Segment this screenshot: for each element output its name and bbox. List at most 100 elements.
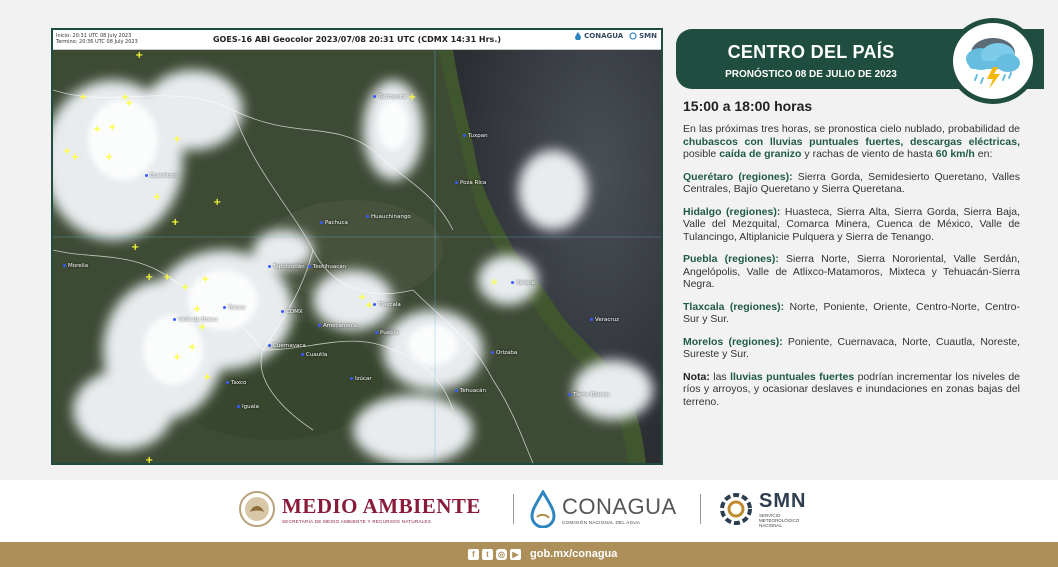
city-label: Amecameca — [318, 323, 357, 329]
svg-text:+: + — [125, 98, 133, 109]
satellite-map: ++ ++ + +++ +++ + +++ + ++++ ++++ ++++ — [53, 50, 661, 463]
note-text: las — [709, 370, 731, 383]
svg-text:+: + — [198, 322, 206, 333]
region-queretaro: Querétaro (regiones): Sierra Gorda, Semi… — [683, 171, 1020, 196]
svg-text:+: + — [193, 304, 201, 315]
intro-highlight-wind: 60 km/h — [935, 148, 975, 160]
note-highlight: lluvias puntuales fuertes — [730, 370, 855, 383]
website-link[interactable]: gob.mx/conagua — [530, 548, 617, 560]
conagua-drop-icon — [530, 490, 556, 528]
city-label: Teotihuacán — [308, 264, 346, 270]
region-name: Puebla (regiones): — [683, 253, 779, 265]
smn-subtitle-3: NACIONAL — [759, 523, 783, 528]
city-label: Xalapa — [511, 280, 535, 286]
intro-text: en: — [974, 148, 993, 160]
footer-logos: MEDIO AMBIENTE SECRETARÍA DE MEDIO AMBIE… — [0, 480, 1058, 542]
intro-text: En las próximas tres horas, se pronostic… — [683, 123, 1020, 135]
region-name: Querétaro (regiones): — [683, 170, 793, 183]
twitter-icon[interactable]: t — [482, 548, 493, 560]
svg-text:+: + — [153, 192, 161, 203]
city-label: Taxco — [226, 380, 246, 386]
city-label: Querétaro — [145, 173, 178, 179]
city-label: Tlaxcala — [373, 302, 401, 308]
intro-highlight-hail: caída de granizo — [719, 148, 802, 160]
satellite-logos: CONAGUA SMN — [574, 32, 657, 40]
city-label: Cuautla — [301, 352, 327, 358]
intro-highlight-rain: chubascos con lluvias puntuales fuertes,… — [683, 135, 1020, 148]
city-label: Puebla — [375, 330, 398, 336]
region-title: CENTRO DEL PAÍS — [727, 42, 895, 62]
svg-text:+: + — [188, 342, 196, 353]
intro-text: y rachas de viento de hasta — [801, 148, 936, 160]
region-hidalgo: Hidalgo (regiones): Huasteca, Sierra Alt… — [683, 206, 1020, 244]
city-label: Tepotzotlán — [268, 264, 305, 270]
footer-divider — [700, 494, 701, 524]
svg-text:+: + — [131, 242, 139, 253]
bottom-bar: f t ◎ ▶ gob.mx/conagua — [0, 542, 1058, 567]
city-label: Orizaba — [491, 350, 517, 356]
national-seal-icon — [239, 491, 275, 527]
svg-text:+: + — [213, 197, 221, 208]
svg-text:+: + — [79, 92, 87, 103]
region-name: Morelos (regiones): — [683, 335, 783, 348]
svg-text:+: + — [171, 217, 179, 228]
conagua-subtitle: COMISIÓN NACIONAL DEL AGUA — [562, 519, 641, 525]
svg-text:+: + — [93, 124, 101, 135]
forecast-date: PRONÓSTICO 08 DE JULIO DE 2023 — [725, 69, 897, 80]
instagram-icon[interactable]: ◎ — [496, 548, 507, 560]
svg-text:+: + — [105, 152, 113, 163]
forecast-content: 15:00 a 18:00 horas En las próximas tres… — [683, 98, 1020, 418]
satellite-title: GOES-16 ABI Geocolor 2023/07/08 20:31 UT… — [212, 35, 502, 44]
city-label: Valle de Bravo — [173, 317, 218, 323]
smn-mini-logo: SMN — [629, 32, 657, 40]
conagua-mini-label: CONAGUA — [584, 32, 624, 40]
conagua-mini-logo: CONAGUA — [574, 32, 623, 40]
forecast-hours: 15:00 a 18:00 horas — [683, 98, 813, 114]
satellite-image-panel: Inicio: 20:31 UTC 08 July 2023 Termino: … — [51, 28, 663, 465]
facebook-icon[interactable]: f — [468, 548, 479, 560]
city-label: Huauchinango — [366, 214, 411, 220]
intro-text: posible — [683, 148, 720, 160]
storm-cloud-icon — [948, 18, 1038, 104]
svg-text:+: + — [163, 272, 171, 283]
svg-text:+: + — [408, 92, 416, 103]
svg-text:+: + — [181, 282, 189, 293]
svg-text:+: + — [173, 134, 181, 145]
region-morelos: Morelos (regiones): Poniente, Cuernavaca… — [683, 336, 1020, 361]
smn-mini-label: SMN — [639, 32, 657, 40]
social-links: f t ◎ ▶ gob.mx/conagua — [468, 548, 617, 560]
note-label: Nota: — [683, 370, 710, 383]
medio-ambiente-logo: MEDIO AMBIENTE SECRETARÍA DE MEDIO AMBIE… — [238, 490, 481, 528]
conagua-drop-icon — [575, 32, 582, 40]
region-name: Hidalgo (regiones): — [683, 205, 781, 218]
city-label: Izúcar — [350, 376, 372, 382]
medio-ambiente-title: MEDIO AMBIENTE — [282, 494, 481, 518]
forecast-intro: En las próximas tres horas, se pronostic… — [683, 123, 1020, 161]
smn-logo: SMN SERVICIO METEOROLÓGICO NACIONAL — [717, 490, 806, 528]
city-label: Tantoyuca — [373, 94, 406, 100]
svg-text:+: + — [71, 152, 79, 163]
medio-ambiente-subtitle: SECRETARÍA DE MEDIO AMBIENTE Y RECURSOS … — [282, 519, 432, 524]
region-name: Tlaxcala (regiones): — [683, 300, 785, 313]
city-label: Tuxpan — [463, 133, 488, 139]
youtube-icon[interactable]: ▶ — [510, 548, 521, 560]
svg-text:+: + — [145, 455, 153, 463]
city-label: Morelia — [63, 263, 88, 269]
svg-text:+: + — [203, 372, 211, 383]
city-label: Tehuacán — [455, 388, 486, 394]
city-label: Poza Rica — [455, 180, 486, 186]
svg-text:+: + — [173, 352, 181, 363]
svg-text:+: + — [201, 274, 209, 285]
region-puebla: Puebla (regiones): Sierra Norte, Sierra … — [683, 253, 1020, 291]
conagua-logo: CONAGUA COMISIÓN NACIONAL DEL AGUA — [528, 490, 677, 528]
satellite-header: Inicio: 20:31 UTC 08 July 2023 Termino: … — [53, 30, 661, 50]
smn-title: SMN — [759, 490, 807, 512]
city-label: Tierra Blanca — [568, 392, 609, 398]
footer-divider — [513, 494, 514, 524]
city-label: Iguala — [237, 404, 259, 410]
forecast-note: Nota: las lluvias puntuales fuertes podr… — [683, 371, 1020, 409]
svg-text:+: + — [145, 272, 153, 283]
smn-spiral-icon — [720, 493, 752, 525]
city-label: Cuernavaca — [268, 343, 306, 349]
smn-spiral-icon — [629, 32, 637, 40]
